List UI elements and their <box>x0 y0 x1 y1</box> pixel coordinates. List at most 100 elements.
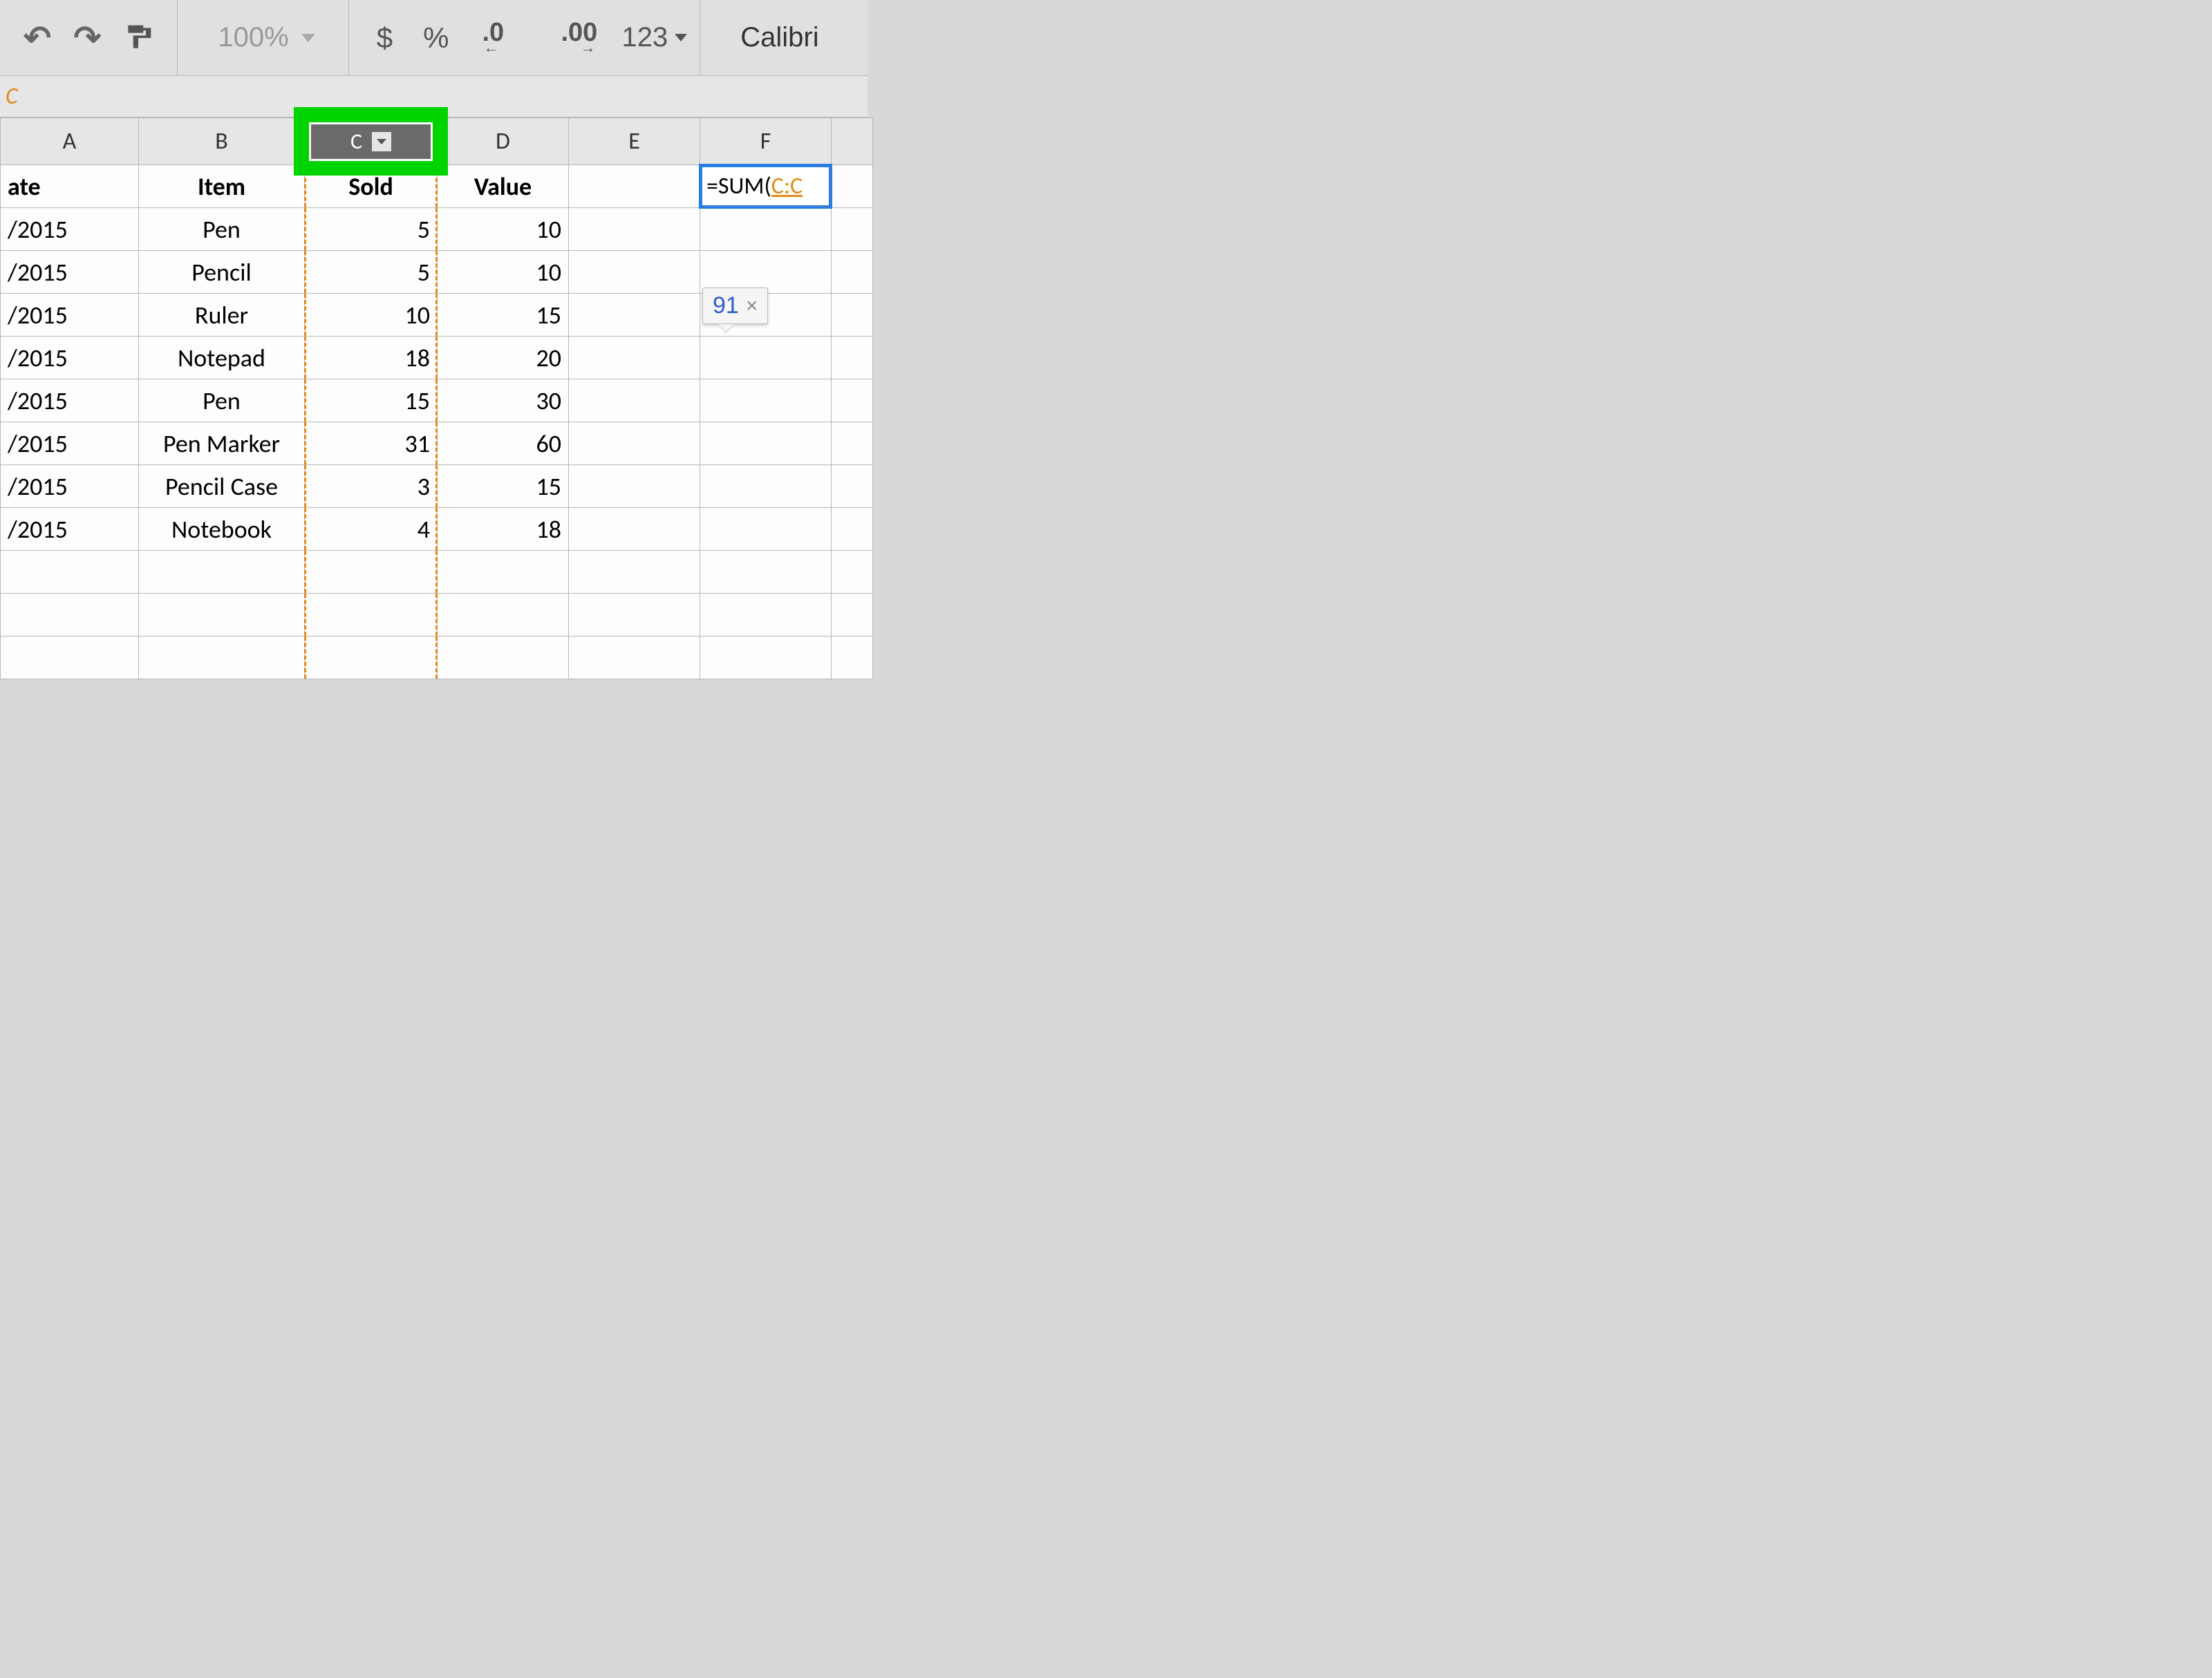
cell[interactable] <box>1 551 139 594</box>
cell[interactable] <box>832 337 873 379</box>
cell[interactable] <box>569 165 700 208</box>
decrease-decimal-button[interactable]: .0 ← <box>464 21 543 55</box>
cell-value[interactable]: 10 <box>438 251 569 294</box>
cell[interactable] <box>832 637 873 679</box>
cell[interactable] <box>438 594 569 637</box>
cell-item[interactable]: Notepad <box>139 337 305 379</box>
cell[interactable] <box>569 294 700 337</box>
cell[interactable] <box>305 594 438 637</box>
cell-sold[interactable]: 5 <box>305 208 438 251</box>
cell-sold[interactable]: 15 <box>305 379 438 422</box>
cell[interactable] <box>569 508 700 551</box>
formula-cell[interactable]: =SUM(C:C <box>700 165 832 208</box>
cell-sold[interactable]: 18 <box>305 337 438 379</box>
col-header-E[interactable]: E <box>569 118 700 165</box>
cell[interactable] <box>305 637 438 679</box>
cell-value[interactable]: 10 <box>438 208 569 251</box>
cell-date[interactable]: /2015 <box>1 422 139 465</box>
cell[interactable] <box>569 337 700 379</box>
formula-editor[interactable]: =SUM(C:C <box>699 164 832 209</box>
cell[interactable] <box>569 637 700 679</box>
cell-value[interactable]: 18 <box>438 508 569 551</box>
cell-value[interactable]: 60 <box>438 422 569 465</box>
cell[interactable] <box>832 294 873 337</box>
col-header-G[interactable] <box>832 118 873 165</box>
zoom-dropdown[interactable]: 100% <box>190 22 335 53</box>
cell[interactable] <box>139 594 305 637</box>
header-item[interactable]: Item <box>139 165 305 208</box>
col-header-A[interactable]: A <box>1 118 139 165</box>
cell[interactable] <box>700 594 832 637</box>
cell-date[interactable]: /2015 <box>1 337 139 379</box>
cell-item[interactable]: Notebook <box>139 508 305 551</box>
cell-value[interactable]: 15 <box>438 294 569 337</box>
percent-button[interactable]: % <box>408 21 464 55</box>
cell[interactable] <box>832 165 873 208</box>
col-header-C-dropdown[interactable] <box>372 132 391 151</box>
cell[interactable] <box>305 551 438 594</box>
paint-format-button[interactable] <box>112 23 165 53</box>
cell-item[interactable]: Pencil <box>139 251 305 294</box>
undo-button[interactable]: ↶ <box>12 19 62 57</box>
tooltip-close-button[interactable]: × <box>746 294 758 318</box>
currency-button[interactable]: $ <box>362 21 408 55</box>
cell-item[interactable]: Pencil Case <box>139 465 305 508</box>
col-header-C[interactable]: C <box>305 118 438 165</box>
cell[interactable] <box>700 551 832 594</box>
cell[interactable] <box>700 379 832 422</box>
cell[interactable] <box>139 637 305 679</box>
more-formats-dropdown[interactable]: 123 <box>621 22 687 53</box>
cell[interactable] <box>1 594 139 637</box>
cell[interactable] <box>700 465 832 508</box>
col-header-B[interactable]: B <box>139 118 305 165</box>
header-value[interactable]: Value <box>438 165 569 208</box>
cell[interactable] <box>569 594 700 637</box>
cell[interactable] <box>700 637 832 679</box>
cell[interactable] <box>569 251 700 294</box>
cell-sold[interactable]: 3 <box>305 465 438 508</box>
cell-item[interactable]: Pen Marker <box>139 422 305 465</box>
cell[interactable] <box>832 379 873 422</box>
cell[interactable] <box>438 551 569 594</box>
cell[interactable] <box>832 508 873 551</box>
cell[interactable] <box>832 251 873 294</box>
cell[interactable] <box>832 422 873 465</box>
cell-value[interactable]: 30 <box>438 379 569 422</box>
cell[interactable] <box>700 422 832 465</box>
cell-value[interactable]: 15 <box>438 465 569 508</box>
cell[interactable] <box>569 465 700 508</box>
cell-sold[interactable]: 10 <box>305 294 438 337</box>
cell-date[interactable]: /2015 <box>1 208 139 251</box>
cell-item[interactable]: Pen <box>139 379 305 422</box>
cell[interactable] <box>438 637 569 679</box>
cell[interactable] <box>569 422 700 465</box>
cell-item[interactable]: Pen <box>139 208 305 251</box>
col-header-F[interactable]: F <box>700 118 832 165</box>
col-header-D[interactable]: D <box>438 118 569 165</box>
cell[interactable] <box>832 551 873 594</box>
cell[interactable] <box>832 208 873 251</box>
cell-date[interactable]: /2015 <box>1 251 139 294</box>
cell-date[interactable]: /2015 <box>1 379 139 422</box>
cell[interactable] <box>700 337 832 379</box>
cell-date[interactable]: /2015 <box>1 508 139 551</box>
cell[interactable] <box>569 379 700 422</box>
redo-button[interactable]: ↷ <box>62 19 112 57</box>
cell-value[interactable]: 20 <box>438 337 569 379</box>
cell[interactable] <box>832 594 873 637</box>
cell[interactable] <box>569 208 700 251</box>
cell[interactable] <box>700 508 832 551</box>
cell-date[interactable]: /2015 <box>1 465 139 508</box>
font-family-dropdown[interactable]: Calibri <box>713 22 818 53</box>
cell-sold[interactable]: 31 <box>305 422 438 465</box>
cell-sold[interactable]: 4 <box>305 508 438 551</box>
cell-date[interactable]: /2015 <box>1 294 139 337</box>
cell[interactable] <box>569 551 700 594</box>
cell[interactable] <box>139 551 305 594</box>
cell[interactable] <box>832 465 873 508</box>
cell[interactable] <box>1 637 139 679</box>
cell[interactable] <box>700 208 832 251</box>
cell-item[interactable]: Ruler <box>139 294 305 337</box>
col-header-C-selected[interactable]: C <box>309 122 432 161</box>
header-date[interactable]: ate <box>1 165 139 208</box>
